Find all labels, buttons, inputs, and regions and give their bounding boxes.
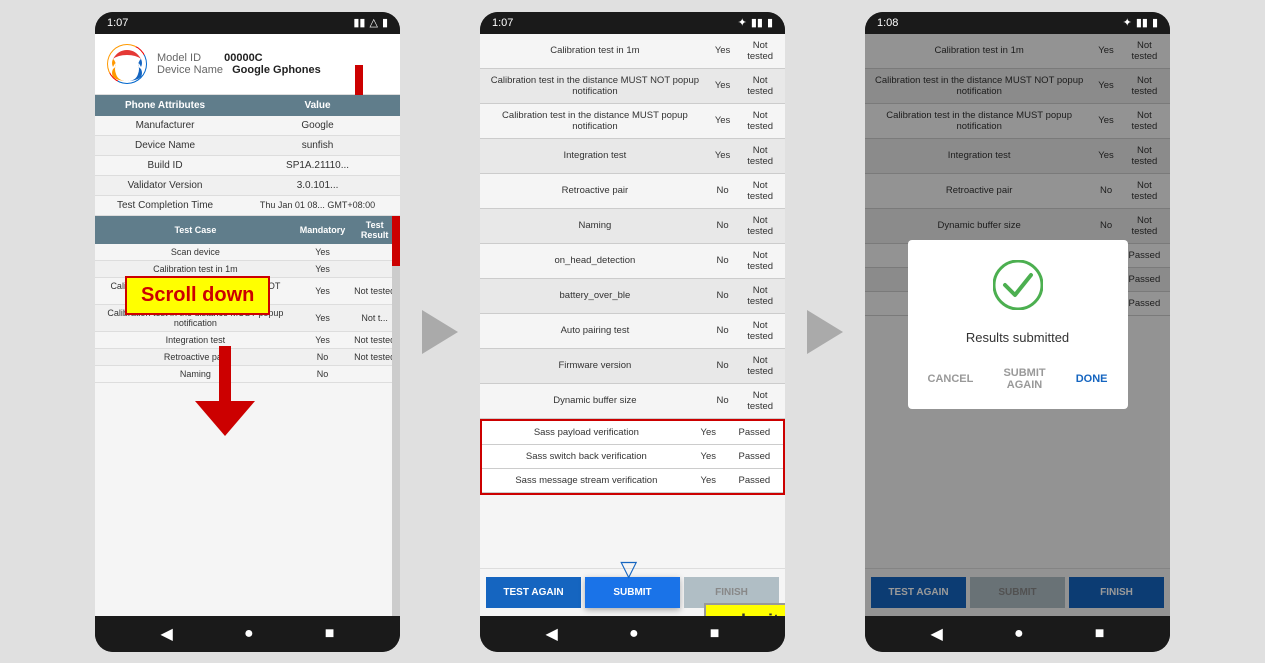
test-row-scan: Scan device Yes	[95, 244, 400, 261]
device-info: Model ID 00000C Device Name Google Gphon…	[157, 52, 321, 76]
attr-row-buildid: Build ID SP1A.21110...	[95, 155, 400, 175]
dialog-buttons: CANCEL SUBMIT AGAIN DONE	[924, 361, 1112, 397]
s2-row-1: Calibration test in 1m Yes Not tested	[480, 34, 785, 69]
s2-row-2: Calibration test in the distance MUST NO…	[480, 68, 785, 103]
recent-button-3[interactable]: ■	[1095, 625, 1105, 643]
wifi-icon-1: △	[369, 16, 377, 29]
arrow-right-1	[422, 310, 458, 354]
s2-row-7: on_head_detection No Not tested	[480, 243, 785, 278]
test-section-1: Test Case Mandatory Test Result Scan dev…	[95, 216, 400, 616]
bluetooth-icon-3: ✦	[1123, 16, 1132, 29]
scroll-arrow	[195, 346, 255, 441]
phone-screen-3: 1:08 ✦ ▮▮ ▮ Calibration test in 1m Yes N…	[865, 12, 1170, 652]
test-col-mandatory: Mandatory	[296, 216, 350, 244]
status-icons-3: ✦ ▮▮ ▮	[1123, 16, 1158, 29]
time-3: 1:08	[877, 17, 898, 29]
main-container: 1:07 ▮▮ △ ▮ M	[85, 0, 1180, 663]
battery-icon-2: ▮	[767, 16, 773, 29]
status-bar-3: 1:08 ✦ ▮▮ ▮	[865, 12, 1170, 34]
results-dialog: Results submitted CANCEL SUBMIT AGAIN DO…	[908, 240, 1128, 409]
attributes-table: Phone Attributes Value Manufacturer Goog…	[95, 95, 400, 216]
time-2: 1:07	[492, 17, 513, 29]
s2-row-5: Retroactive pair No Not tested	[480, 173, 785, 208]
scrollbar-thumb[interactable]	[392, 216, 400, 266]
dialog-done-button[interactable]: DONE	[1072, 361, 1112, 397]
model-id-value: 00000C	[224, 52, 263, 64]
signal-icon-2: ▮▮	[751, 16, 763, 29]
device-name-label: Device Name	[157, 64, 223, 76]
dialog-submit-again-button[interactable]: SUBMIT AGAIN	[981, 361, 1067, 397]
s2-row-3: Calibration test in the distance MUST po…	[480, 103, 785, 138]
back-button-3[interactable]: ◀	[931, 624, 943, 644]
status-bar-2: 1:07 ✦ ▮▮ ▮	[480, 12, 785, 34]
attr-header-value: Value	[235, 95, 400, 116]
nav-bar-1: ◀ ● ■	[95, 616, 400, 652]
arrow-2	[795, 310, 855, 354]
status-bar-1: 1:07 ▮▮ △ ▮	[95, 12, 400, 34]
phone-content-2: Calibration test in 1m Yes Not tested Ca…	[480, 34, 785, 616]
arrow-right-2	[807, 310, 843, 354]
home-button-2[interactable]: ●	[629, 625, 639, 643]
attr-row-completion: Test Completion Time Thu Jan 01 08... GM…	[95, 195, 400, 215]
phone-screen-1: 1:07 ▮▮ △ ▮ M	[95, 12, 400, 652]
attr-row-devicename: Device Name sunfish	[95, 135, 400, 155]
dialog-cancel-button[interactable]: CANCEL	[924, 361, 978, 397]
cursor-hand: ▽	[620, 556, 637, 582]
sass-table: Sass payload verification Yes Passed Sas…	[482, 421, 783, 493]
s2-row-8: battery_over_ble No Not tested	[480, 278, 785, 313]
nav-bar-3: ◀ ● ■	[865, 616, 1170, 652]
phone-screen-2: 1:07 ✦ ▮▮ ▮ Calibration test in 1m Yes N…	[480, 12, 785, 652]
model-id-label: Model ID	[157, 52, 201, 64]
nav-bar-2: ◀ ● ■	[480, 616, 785, 652]
screen2-table: Calibration test in 1m Yes Not tested Ca…	[480, 34, 785, 419]
back-button-2[interactable]: ◀	[546, 624, 558, 644]
signal-icon-3: ▮▮	[1136, 16, 1148, 29]
device-logo	[107, 44, 147, 84]
battery-icon-1: ▮	[382, 16, 388, 29]
dialog-title: Results submitted	[924, 330, 1112, 345]
phone-content-3: Calibration test in 1m Yes Not tested Ca…	[865, 34, 1170, 616]
bluetooth-icon-2: ✦	[738, 16, 747, 29]
recent-button-1[interactable]: ■	[325, 625, 335, 643]
test-row-cal1m: Calibration test in 1m Yes	[95, 260, 400, 277]
s2-row-9: Auto pairing test No Not tested	[480, 313, 785, 348]
attr-row-validator: Validator Version 3.0.101...	[95, 175, 400, 195]
sass-row-3: Sass message stream verification Yes Pas…	[482, 468, 783, 492]
model-id-row: Model ID 00000C	[157, 52, 321, 64]
home-button-3[interactable]: ●	[1014, 625, 1024, 643]
time-1: 1:07	[107, 17, 128, 29]
test-list-2: Calibration test in 1m Yes Not tested Ca…	[480, 34, 785, 568]
phone-content-1: Model ID 00000C Device Name Google Gphon…	[95, 34, 400, 616]
test-again-button-2[interactable]: TEST AGAIN	[486, 577, 581, 608]
s2-row-4: Integration test Yes Not tested	[480, 138, 785, 173]
bottom-area-2: TEST AGAIN SUBMIT FINISH ▽ submit	[480, 568, 785, 616]
sass-row-1: Sass payload verification Yes Passed	[482, 421, 783, 445]
scrollbar-track[interactable]	[392, 216, 400, 616]
signal-icon-1: ▮▮	[353, 16, 365, 29]
scroll-indicator	[355, 65, 363, 95]
attr-header-name: Phone Attributes	[95, 95, 235, 116]
scroll-annotation: Scroll down	[125, 276, 270, 315]
sass-row-2: Sass switch back verification Yes Passed	[482, 444, 783, 468]
s2-row-6: Naming No Not tested	[480, 208, 785, 243]
status-icons-2: ✦ ▮▮ ▮	[738, 16, 773, 29]
check-icon	[924, 260, 1112, 320]
test-col-case: Test Case	[95, 216, 296, 244]
back-button-1[interactable]: ◀	[161, 624, 173, 644]
recent-button-2[interactable]: ■	[710, 625, 720, 643]
attr-row-manufacturer: Manufacturer Google	[95, 116, 400, 136]
arrow-1	[410, 310, 470, 354]
dialog-overlay: Results submitted CANCEL SUBMIT AGAIN DO…	[865, 34, 1170, 616]
sass-section: SASS items Sass payload verification Yes…	[480, 419, 785, 495]
device-name-row: Device Name Google Gphones	[157, 64, 321, 76]
s2-row-11: Dynamic buffer size No Not tested	[480, 383, 785, 418]
status-icons-1: ▮▮ △ ▮	[353, 16, 388, 29]
battery-icon-3: ▮	[1152, 16, 1158, 29]
s2-row-10: Firmware version No Not tested	[480, 348, 785, 383]
submit-annotation: submit	[704, 603, 785, 616]
device-name-value: Google Gphones	[232, 64, 321, 76]
home-button-1[interactable]: ●	[244, 625, 254, 643]
